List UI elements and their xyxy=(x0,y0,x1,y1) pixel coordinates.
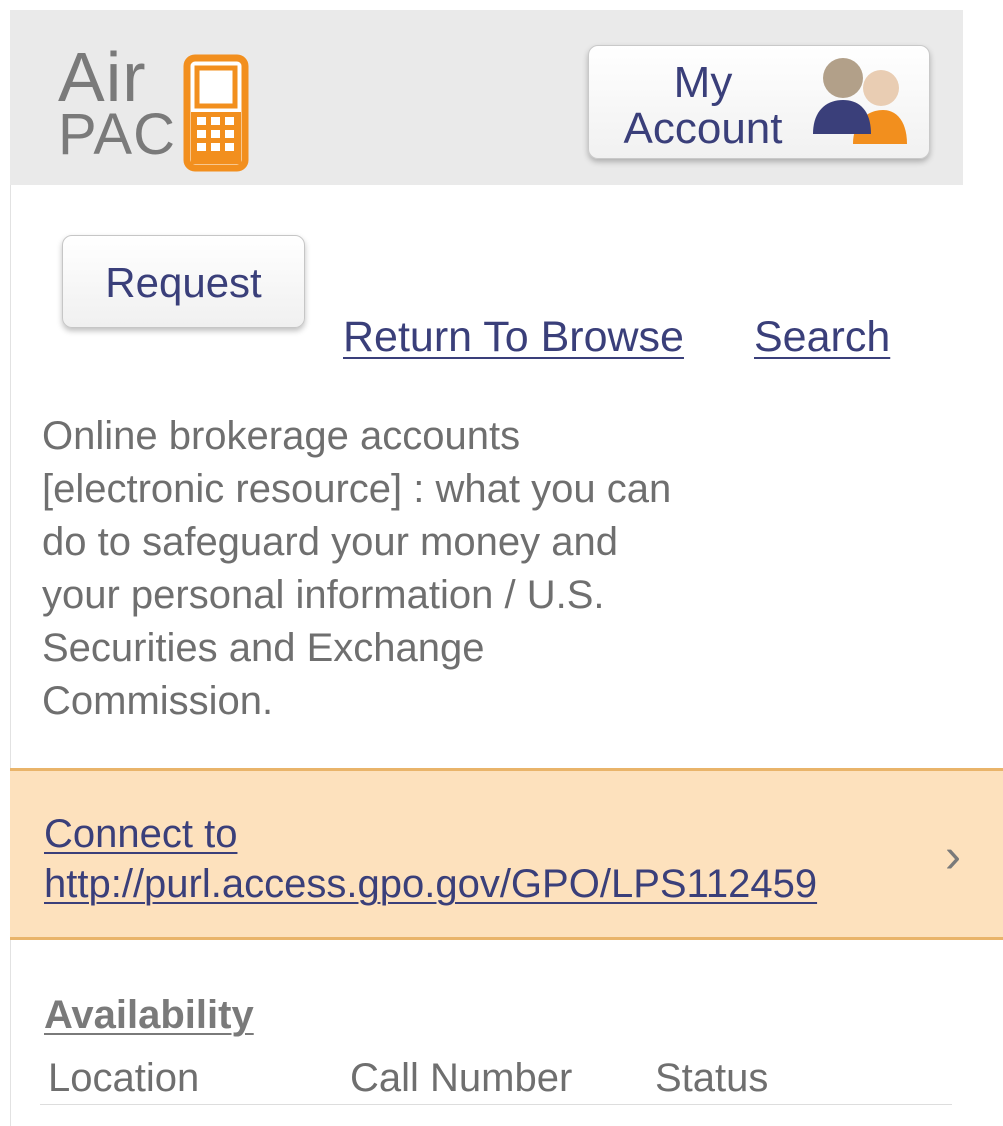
my-account-label-line1: My xyxy=(673,58,733,107)
record-title: Online brokerage accounts [electronic re… xyxy=(42,414,672,723)
my-account-label: My Account xyxy=(613,60,793,152)
availability-heading[interactable]: Availability xyxy=(44,990,254,1040)
page: Air PAC My Account Request Return To Bro… xyxy=(0,0,1003,1126)
table-divider xyxy=(40,1104,952,1105)
column-header-call-number: Call Number xyxy=(350,1056,573,1100)
column-header-location: Location xyxy=(48,1056,200,1100)
people-icon xyxy=(813,58,907,144)
column-header-status: Status xyxy=(655,1056,769,1100)
connect-url-link[interactable]: Connect to http://purl.access.gpo.gov/GP… xyxy=(44,809,817,909)
connect-url: http://purl.access.gpo.gov/GPO/LPS112459 xyxy=(44,862,818,906)
request-button[interactable]: Request xyxy=(62,235,305,328)
header-bar: Air PAC My Account xyxy=(10,10,963,185)
phone-icon xyxy=(183,54,249,172)
connect-label: Connect to xyxy=(44,812,238,856)
my-account-label-line2: Account xyxy=(623,104,783,153)
chevron-right-icon: › xyxy=(945,830,961,883)
logo-text-pac: PAC xyxy=(58,102,176,167)
connect-link-row[interactable]: Connect to http://purl.access.gpo.gov/GP… xyxy=(10,768,1003,940)
my-account-button[interactable]: My Account xyxy=(588,45,930,159)
search-link[interactable]: Search xyxy=(754,312,890,362)
airpac-logo[interactable]: Air PAC xyxy=(58,42,268,182)
return-to-browse-link[interactable]: Return To Browse xyxy=(343,312,684,362)
